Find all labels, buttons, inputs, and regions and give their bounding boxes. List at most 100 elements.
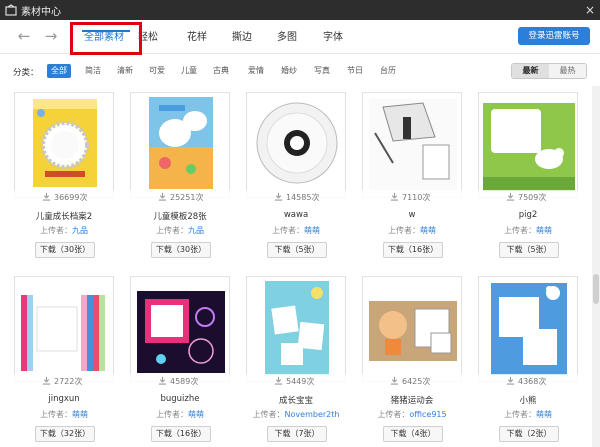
download-icon <box>506 376 515 385</box>
uploader-label: 上传者： <box>504 226 536 235</box>
download-button[interactable]: 下载（16张） <box>151 426 211 442</box>
download-button[interactable]: 下载（5张） <box>267 242 327 258</box>
filter-chip-holiday[interactable]: 节日 <box>347 64 363 78</box>
forward-arrow-icon[interactable]: → <box>40 26 62 46</box>
uploader-line: 上传者：萌萌 <box>478 225 578 236</box>
material-name: jingxun <box>48 394 80 404</box>
filter-chip-wedding[interactable]: 婚纱 <box>281 64 297 78</box>
filter-chip-all[interactable]: 全部 <box>47 64 71 78</box>
material-name: w <box>408 210 416 220</box>
material-name: 儿童模板28张 <box>153 212 207 222</box>
uploader-label: 上传者： <box>388 226 420 235</box>
filter-bar: 分类： 全部 简洁 清新 可爱 儿童 古典 爱情 婚纱 写真 节日 台历 <box>0 58 600 84</box>
download-button[interactable]: 下载（4张） <box>383 426 443 442</box>
filter-chip-kids[interactable]: 儿童 <box>181 64 197 78</box>
card-thumbnail[interactable] <box>14 92 114 198</box>
download-icon <box>158 376 167 385</box>
uploader-name[interactable]: 萌萌 <box>536 410 552 419</box>
card-thumbnail[interactable] <box>130 92 230 198</box>
material-name: pig2 <box>518 210 538 220</box>
scrollbar-thumb[interactable] <box>593 274 599 304</box>
download-count: 7110次 <box>362 190 462 204</box>
card-thumbnail[interactable] <box>362 276 462 382</box>
filter-chip-love[interactable]: 爱情 <box>248 64 264 78</box>
filter-chip-fresh[interactable]: 清新 <box>117 64 133 78</box>
download-count-value: 4368次 <box>518 377 547 386</box>
material-name: 小熊 <box>519 396 537 406</box>
card-thumbnail[interactable] <box>130 276 230 382</box>
download-icon <box>390 376 399 385</box>
download-button[interactable]: 下载（30张） <box>35 242 95 258</box>
filter-chip-portrait[interactable]: 写真 <box>314 64 330 78</box>
sort-hottest-button[interactable]: 最热 <box>549 64 586 78</box>
card-thumbnail[interactable] <box>362 92 462 198</box>
download-count-value: 14585次 <box>286 193 320 202</box>
uploader-line: 上传者：萌萌 <box>362 225 462 236</box>
uploader-name[interactable]: 九品 <box>72 226 88 235</box>
uploader-name[interactable]: 萌萌 <box>188 410 204 419</box>
uploader-name[interactable]: 九品 <box>188 226 204 235</box>
download-icon <box>274 376 283 385</box>
uploader-name[interactable]: November2th <box>285 410 340 419</box>
card-thumbnail[interactable] <box>246 276 346 382</box>
uploader-label: 上传者： <box>272 226 304 235</box>
back-arrow-icon[interactable]: ← <box>13 26 35 46</box>
uploader-name[interactable]: office915 <box>409 410 446 419</box>
app-icon <box>5 4 17 16</box>
uploader-line: 上传者：九品 <box>130 225 230 236</box>
filter-chip-simple[interactable]: 简洁 <box>85 64 101 78</box>
card-thumbnail[interactable] <box>478 276 578 382</box>
uploader-label: 上传者： <box>252 410 285 419</box>
highlight-box <box>70 22 142 55</box>
uploader-line: 上传者：November2th <box>246 409 346 420</box>
uploader-label: 上传者： <box>504 410 536 419</box>
title-bar: 素材中心 × <box>0 0 600 20</box>
download-count: 6425次 <box>362 374 462 388</box>
download-button[interactable]: 下载（7张） <box>267 426 327 442</box>
material-name: 儿童成长档案2 <box>35 212 93 222</box>
download-count-value: 7509次 <box>518 193 547 202</box>
material-name: 猪猪运动会 <box>390 396 434 406</box>
uploader-name[interactable]: 萌萌 <box>420 226 436 235</box>
uploader-name[interactable]: 萌萌 <box>536 226 552 235</box>
uploader-line: 上传者：萌萌 <box>246 225 346 236</box>
sort-newest-button[interactable]: 最新 <box>512 64 549 78</box>
category-label: 分类： <box>13 68 39 78</box>
download-button[interactable]: 下载（30张） <box>151 242 211 258</box>
uploader-line: 上传者：office915 <box>362 409 462 420</box>
card-thumbnail[interactable] <box>246 92 346 198</box>
uploader-label: 上传者： <box>40 226 72 235</box>
login-button[interactable]: 登录迅雷账号 <box>518 27 590 45</box>
uploader-name[interactable]: 萌萌 <box>304 226 320 235</box>
tab-multi-image[interactable]: 多图 <box>277 28 297 43</box>
uploader-label: 上传者： <box>377 410 410 419</box>
uploader-label: 上传者： <box>156 410 188 419</box>
download-count-value: 36699次 <box>54 193 88 202</box>
close-icon[interactable]: × <box>580 0 600 20</box>
filter-chip-cute[interactable]: 可爱 <box>149 64 165 78</box>
uploader-name[interactable]: 萌萌 <box>72 410 88 419</box>
filter-chip-classic[interactable]: 古典 <box>213 64 229 78</box>
download-count: 4368次 <box>478 374 578 388</box>
download-button[interactable]: 下载（2张） <box>499 426 559 442</box>
uploader-line: 上传者：萌萌 <box>14 409 114 420</box>
download-count: 14585次 <box>246 190 346 204</box>
download-icon <box>42 192 51 201</box>
card-thumbnail[interactable] <box>478 92 578 198</box>
tab-font[interactable]: 字体 <box>323 28 343 43</box>
uploader-line: 上传者：九品 <box>14 225 114 236</box>
filter-chip-calendar[interactable]: 台历 <box>380 64 396 78</box>
download-icon <box>274 192 283 201</box>
download-button[interactable]: 下载（32张） <box>35 426 95 442</box>
tab-torn-edge[interactable]: 撕边 <box>232 28 252 43</box>
scrollbar[interactable] <box>592 86 600 447</box>
download-button[interactable]: 下载（16张） <box>383 242 443 258</box>
download-icon <box>390 192 399 201</box>
card-thumbnail[interactable] <box>14 276 114 382</box>
download-button[interactable]: 下载（5张） <box>499 242 559 258</box>
download-count: 25251次 <box>130 190 230 204</box>
tab-pattern[interactable]: 花样 <box>187 28 207 43</box>
download-count: 4589次 <box>130 374 230 388</box>
download-count: 2722次 <box>14 374 114 388</box>
sort-toggle: 最新 最热 <box>511 63 587 79</box>
